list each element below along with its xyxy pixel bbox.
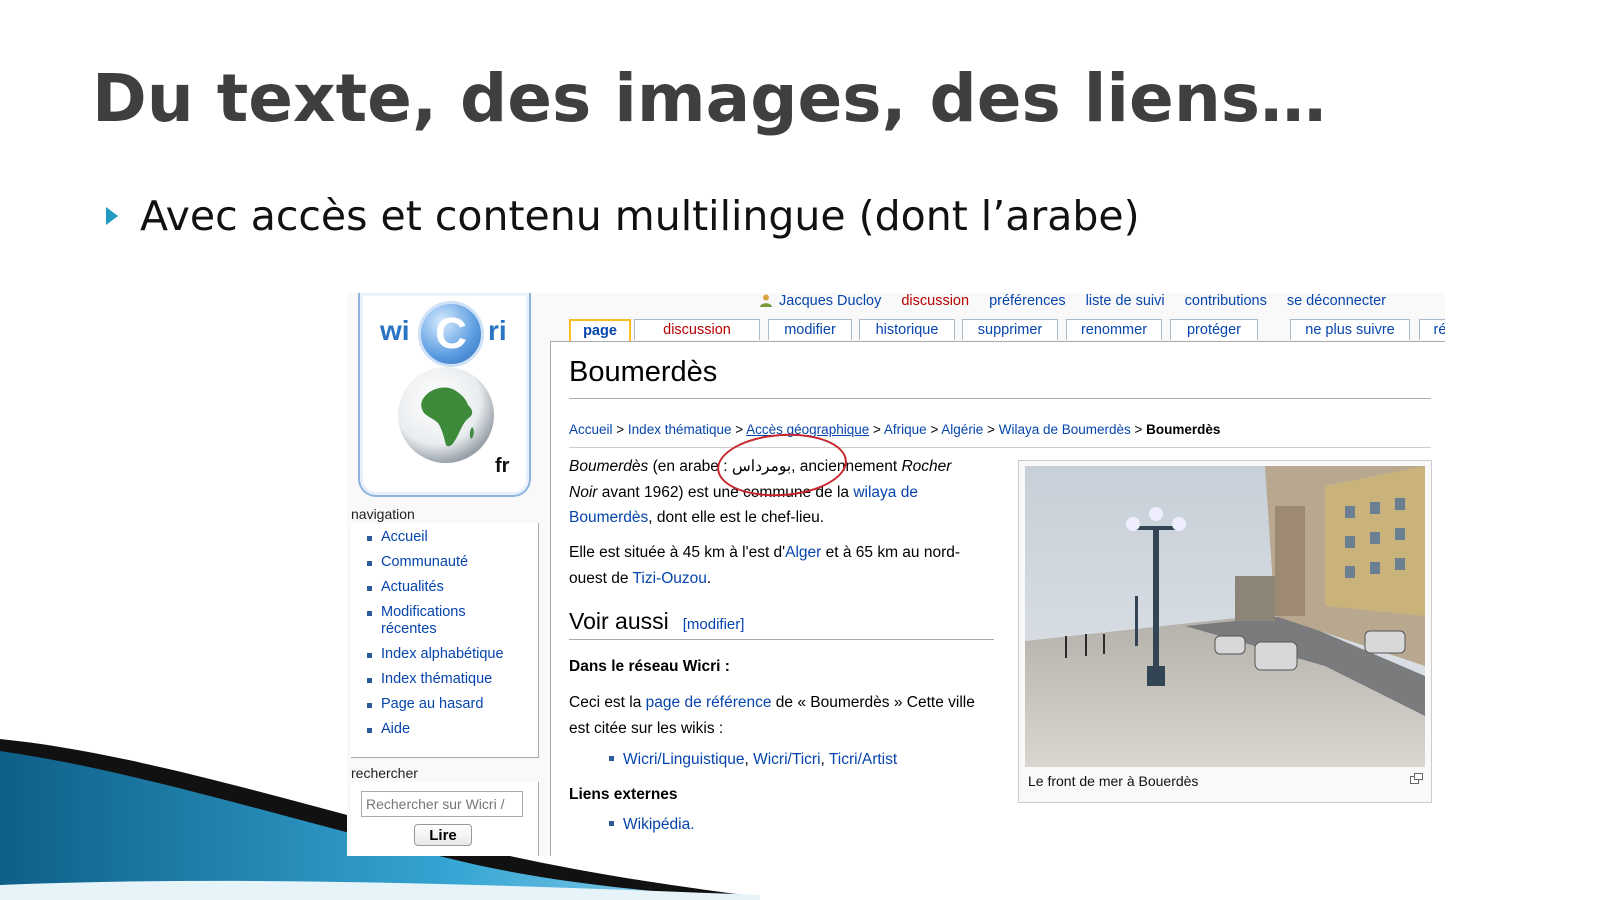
section-divider: [569, 639, 994, 640]
sidebar-item-label: Index alphabétique: [381, 646, 504, 662]
location-paragraph: Elle est située à 45 km à l'est d'Alger …: [569, 544, 961, 587]
wicri-logo[interactable]: wi C ri fr: [358, 293, 531, 497]
tab-unwatch[interactable]: ne plus suivre: [1290, 319, 1410, 340]
slide-title: Du texte, des images, des liens…: [92, 60, 1327, 137]
sidebar-item-4[interactable]: Index alphabétique: [367, 646, 538, 663]
sidebar-item-5[interactable]: Index thématique: [367, 671, 538, 688]
sidebar-item-0[interactable]: Accueil: [367, 529, 538, 546]
breadcrumb-wilaya[interactable]: Wilaya de Boumerdès: [999, 422, 1131, 437]
navigation-list: Accueil Communauté Actualités Modifications…: [351, 523, 538, 738]
breadcrumb-current: Boumerdès: [1146, 422, 1221, 437]
wikis-list-item: Wicri/Linguistique, Wicri/Ticri, Ticri/A…: [609, 751, 897, 769]
contributions-link[interactable]: contributions: [1185, 293, 1267, 313]
sidebar-item-6[interactable]: Page au hasard: [367, 696, 538, 713]
title-divider: [569, 398, 1431, 399]
sidebar-item-7[interactable]: Aide: [367, 721, 538, 738]
tab-page[interactable]: page: [569, 319, 631, 342]
reference-page-link[interactable]: page de référence: [646, 694, 772, 711]
navigation-portlet: Accueil Communauté Actualités Modifications…: [351, 523, 539, 758]
tab-history[interactable]: historique: [859, 319, 955, 340]
external-links-heading: Liens externes: [569, 786, 678, 803]
sidebar-item-3[interactable]: Modifications récentes: [367, 604, 538, 638]
tab-discussion[interactable]: discussion: [634, 319, 760, 340]
sidebar-item-label: Accueil: [381, 529, 428, 545]
sidebar-item-label: Page au hasard: [381, 696, 484, 712]
user-name: Jacques Ducloy: [779, 293, 882, 309]
bullet-text: Avec accès et contenu multilingue (dont …: [140, 192, 1140, 240]
sidebar-item-label: Actualités: [381, 579, 444, 595]
external-list-item: Wikipédia.: [609, 816, 695, 834]
sidebar-item-2[interactable]: Actualités: [367, 579, 538, 596]
see-also-heading: Voir aussi [modifier]: [569, 608, 745, 634]
logo-wi: wi: [380, 315, 410, 346]
alger-link[interactable]: Alger: [785, 544, 821, 561]
sidebar-item-1[interactable]: Communauté: [367, 554, 538, 571]
ticri-artist-link[interactable]: Ticri/Artist: [829, 751, 897, 768]
bullet-arrow-icon: [106, 207, 118, 225]
slide-bullet: Avec accès et contenu multilingue (dont …: [106, 192, 1140, 240]
watchlist-link[interactable]: liste de suivi: [1086, 293, 1165, 313]
tab-rename[interactable]: renommer: [1066, 319, 1162, 340]
search-portlet: Lire: [351, 782, 539, 856]
tizi-ouzou-link[interactable]: Tizi-Ouzou: [633, 570, 707, 587]
edit-section-link[interactable]: [modifier]: [683, 616, 745, 633]
breadcrumb-divider: [569, 447, 1431, 448]
article-content: Boumerdès Accueil > Index thématique > A…: [550, 341, 1445, 856]
logo-ri: ri: [488, 315, 507, 346]
seafront-photo-graphic: [1025, 466, 1425, 767]
search-input[interactable]: [361, 791, 523, 817]
wiki-screenshot: wi C ri fr navigation Accueil Communauté A…: [347, 293, 1445, 856]
logo-c: C: [418, 301, 484, 367]
breadcrumb: Accueil > Index thématique > Accès géogr…: [569, 422, 1221, 437]
page-title: Boumerdès: [569, 356, 718, 388]
wikipedia-link[interactable]: Wikipédia.: [623, 816, 695, 833]
navigation-heading: navigation: [351, 506, 415, 522]
user-link[interactable]: Jacques Ducloy: [759, 293, 881, 313]
logo-lang: fr: [495, 455, 510, 477]
breadcrumb-algerie[interactable]: Algérie: [941, 422, 983, 437]
network-heading: Dans le réseau Wicri :: [569, 658, 730, 675]
search-heading: rechercher: [351, 765, 418, 781]
sidebar-item-label: Communauté: [381, 554, 469, 570]
wicri-linguistique-link[interactable]: Wicri/Linguistique: [623, 751, 744, 768]
sidebar-item-label: Index thématique: [381, 671, 493, 687]
breadcrumb-afrique[interactable]: Afrique: [884, 422, 927, 437]
image-caption: Le front de mer à Bouerdès: [1028, 773, 1199, 789]
personal-discussion-link[interactable]: discussion: [901, 293, 969, 313]
enlarge-icon[interactable]: [1410, 773, 1423, 784]
wicri-ticri-link[interactable]: Wicri/Ticri: [753, 751, 820, 768]
user-icon: [760, 294, 772, 307]
seafront-photo[interactable]: [1025, 466, 1425, 767]
image-thumbnail: Le front de mer à Bouerdès: [1018, 460, 1432, 803]
network-paragraph: Ceci est la page de référence de « Boume…: [569, 694, 975, 737]
africa-globe-icon: [398, 367, 494, 463]
preferences-link[interactable]: préférences: [989, 293, 1066, 313]
breadcrumb-index-thematique[interactable]: Index thématique: [628, 422, 732, 437]
tab-more[interactable]: ré: [1419, 319, 1445, 340]
tab-edit[interactable]: modifier: [768, 319, 852, 340]
tab-protect[interactable]: protéger: [1170, 319, 1258, 340]
search-button[interactable]: Lire: [414, 824, 472, 846]
sidebar-item-label: Aide: [381, 721, 411, 737]
personal-tools: Jacques Ducloy discussion préférences li…: [759, 293, 1406, 313]
tab-delete[interactable]: supprimer: [962, 319, 1058, 340]
sidebar-item-label: Modifications récentes: [381, 604, 466, 637]
breadcrumb-accueil[interactable]: Accueil: [569, 422, 613, 437]
logout-link[interactable]: se déconnecter: [1287, 293, 1386, 313]
